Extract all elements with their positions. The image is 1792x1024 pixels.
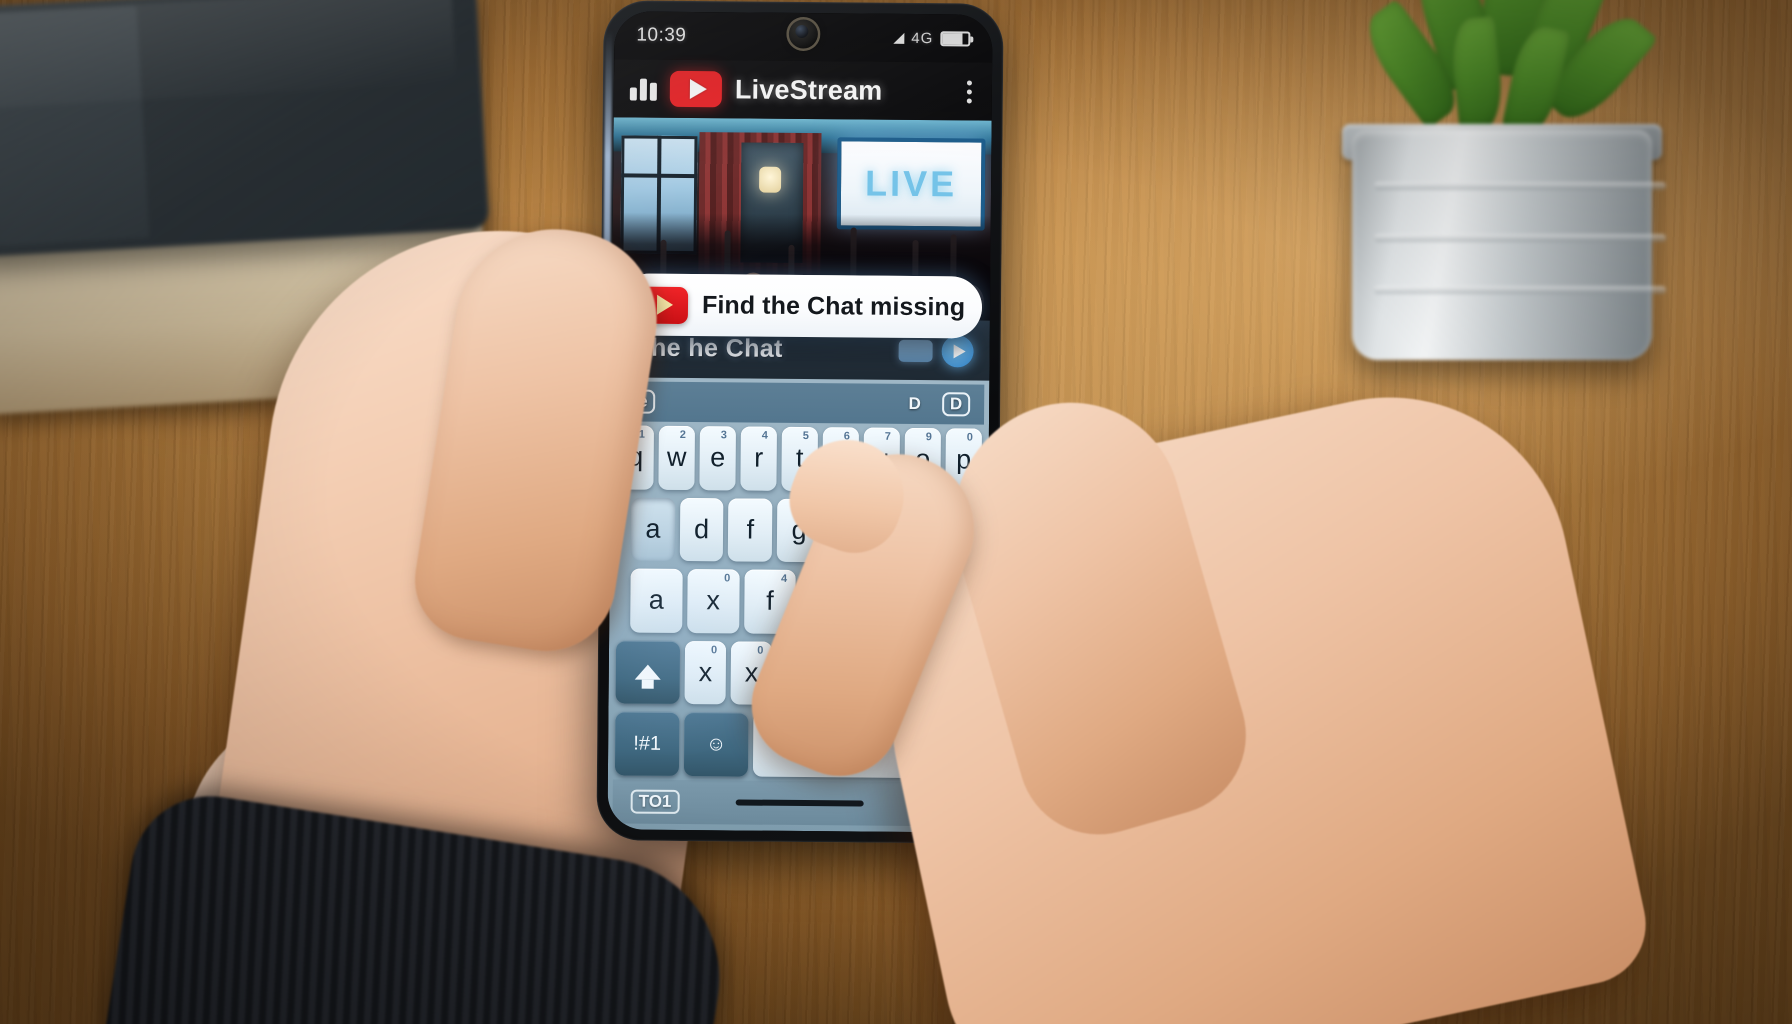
home-pill-icon[interactable] — [735, 799, 864, 807]
key-z[interactable]: 0x — [684, 640, 727, 705]
suggestion-overlay: Find the Chat missing — [612, 273, 990, 339]
key-a[interactable]: a — [630, 497, 676, 562]
key-label: f — [746, 514, 755, 545]
venue-lamp — [759, 166, 782, 193]
key-label: !#1 — [633, 732, 662, 755]
key-x-alt[interactable]: 0x — [686, 569, 740, 634]
key-label: x — [706, 585, 721, 616]
key-w[interactable]: 2w — [658, 425, 695, 490]
suggestion-bubble[interactable]: Find the Chat missing — [617, 273, 983, 339]
key-sup: 7 — [884, 430, 891, 443]
key-sup: 5 — [802, 430, 809, 443]
live-badge-label: LIVE — [864, 162, 958, 205]
front-camera-icon — [786, 16, 821, 52]
key-r[interactable]: 4r — [740, 426, 777, 491]
status-clock: 10:39 — [636, 24, 687, 46]
emoji-pill-icon[interactable] — [898, 339, 933, 362]
status-bar: 10:39 4G — [614, 11, 993, 63]
shift-key[interactable] — [615, 640, 681, 705]
key-label: d — [693, 513, 710, 545]
key-sup: 3 — [720, 429, 727, 442]
key-label: x — [698, 657, 713, 688]
key-sup: 2 — [679, 428, 686, 442]
key-sup: 0 — [966, 431, 973, 444]
suggestion-chip-2[interactable]: D — [902, 393, 928, 415]
send-arrow-icon[interactable] — [941, 334, 974, 368]
youtube-play-icon[interactable] — [669, 70, 723, 108]
signal-triangle-icon — [893, 32, 905, 44]
key-d[interactable]: d — [679, 497, 724, 562]
notebook-cover — [0, 0, 490, 258]
app-title: LiveStream — [734, 73, 883, 106]
suggestion-right-group: D D — [901, 392, 971, 417]
key-sup: 0 — [757, 644, 764, 657]
suggestion-text: Find the Chat missing — [701, 290, 965, 321]
key-sup: 0 — [724, 572, 731, 585]
keyboard-suggestion-bar[interactable]: e D D — [615, 381, 985, 425]
symbols-key[interactable]: !#1 — [614, 711, 680, 776]
shift-arrow-icon — [634, 664, 661, 680]
key-label: f — [766, 586, 774, 617]
key-label: a — [645, 513, 661, 544]
key-label: w — [666, 442, 687, 473]
key-f[interactable]: f — [728, 497, 773, 562]
key-a-alt[interactable]: a — [630, 568, 683, 633]
status-indicators: 4G — [893, 29, 971, 47]
key-sup: 4 — [780, 573, 788, 586]
key-label: r — [754, 442, 764, 473]
recents-square-icon[interactable]: TO1 — [630, 789, 680, 814]
photo-scene: 10:39 4G LiveStream LIVE Find the Chat m… — [0, 0, 1792, 1024]
emoji-smiley-icon: ☺ — [705, 732, 727, 756]
emoji-key[interactable]: ☺ — [683, 712, 749, 777]
key-label: a — [648, 585, 664, 616]
chat-bar-actions — [898, 334, 974, 368]
key-sup: 9 — [925, 431, 932, 444]
app-header: LiveStream — [613, 59, 993, 121]
notebook-sheen — [0, 0, 457, 109]
kebab-menu-icon[interactable] — [966, 79, 976, 103]
potted-plant — [1334, 0, 1694, 360]
key-e[interactable]: 3e — [699, 426, 736, 491]
key-sup: 4 — [761, 429, 768, 442]
network-type-label: 4G — [911, 29, 934, 47]
hamburger-bars-icon[interactable] — [629, 77, 657, 101]
chat-input-field[interactable]: I the he Chat — [628, 333, 889, 364]
key-label: e — [710, 442, 726, 473]
suggestion-chip-3[interactable]: D — [941, 392, 971, 417]
battery-icon — [940, 30, 971, 46]
key-sup: 0 — [711, 644, 718, 657]
plant-pot — [1352, 130, 1666, 360]
